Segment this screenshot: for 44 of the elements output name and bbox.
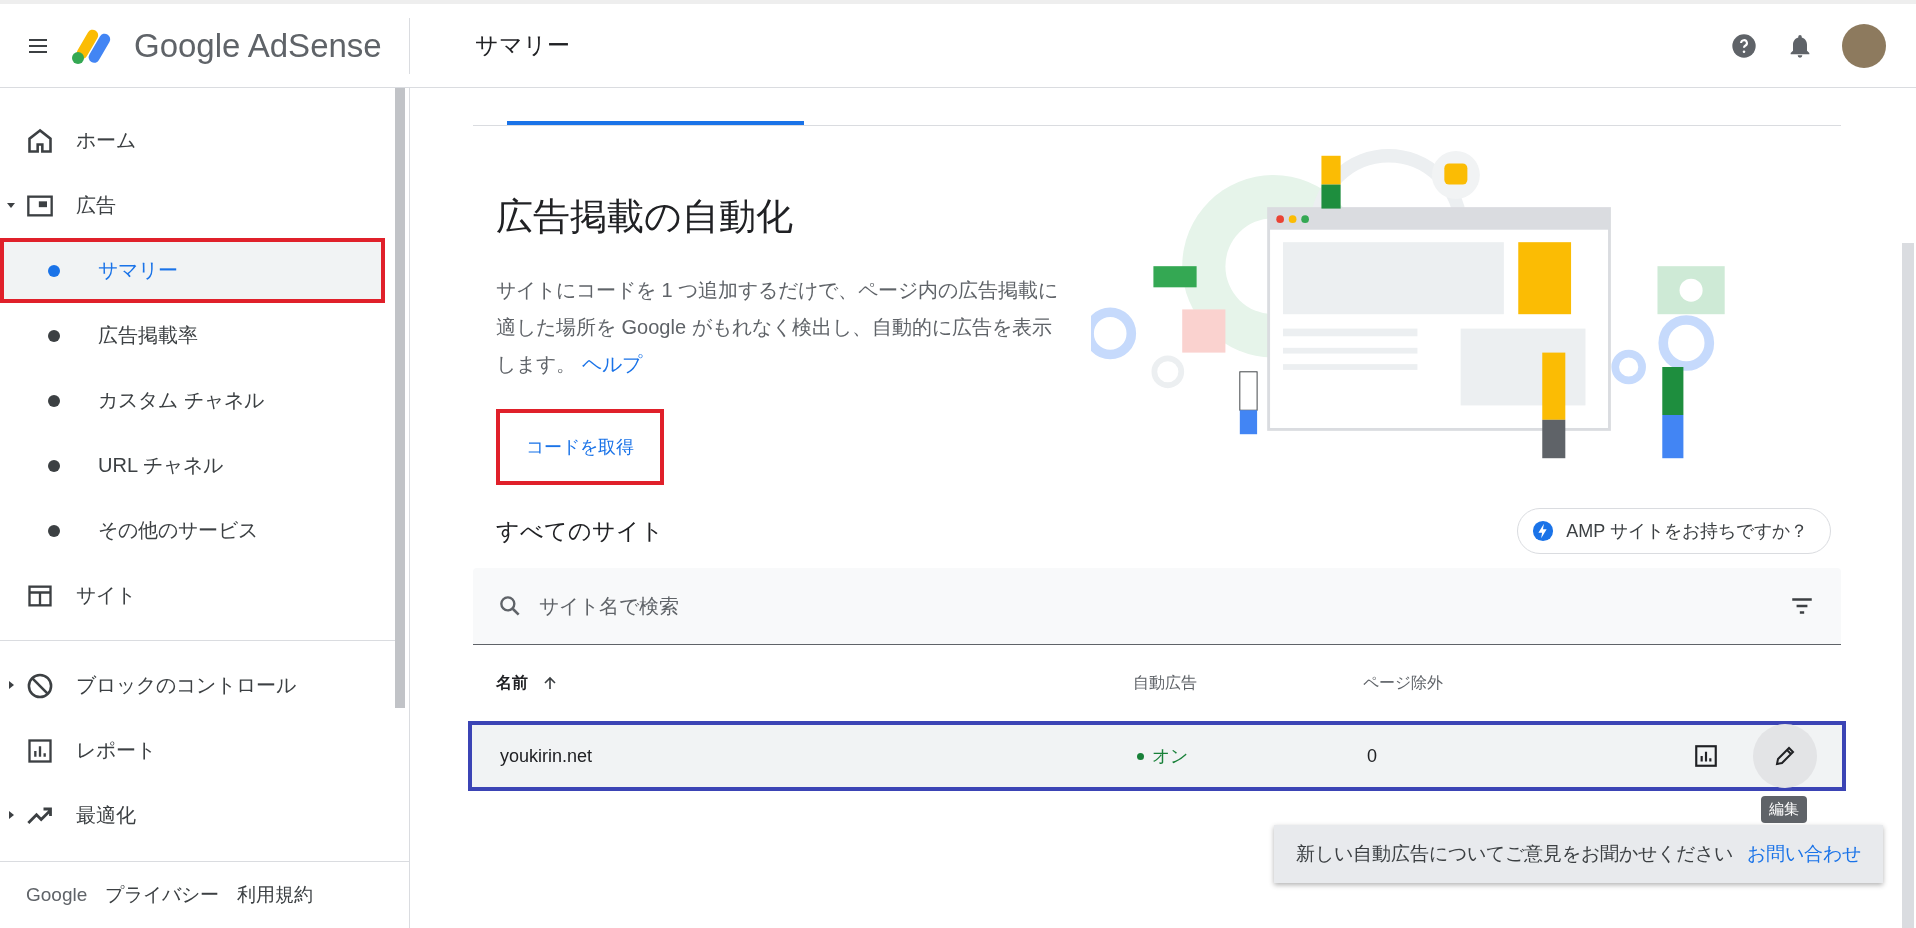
toast-message: 新しい自動広告についてご意見をお聞かせください	[1296, 842, 1733, 866]
hero-description: サイトにコードを 1 つ追加するだけで、ページ内の広告掲載に適した場所を Google がもれなく検出し、自動的に広告を表示します。 ヘルプ	[496, 278, 1060, 377]
block-icon	[26, 671, 54, 700]
nav-item[interactable]: ブロックのコントロール	[0, 653, 395, 718]
column-header[interactable]: ページ除外	[1363, 672, 1443, 694]
bolt-icon	[1532, 520, 1555, 542]
hero-title: 広告掲載の自動化	[496, 195, 794, 239]
avatar[interactable]	[1842, 23, 1886, 68]
scrollbar[interactable]	[395, 88, 405, 708]
footer-link[interactable]: プライバシー	[105, 882, 220, 908]
help-icon[interactable]	[1730, 31, 1758, 60]
footer-brand: Google	[26, 884, 88, 906]
page-title: サマリー	[475, 31, 571, 60]
nav-item[interactable]: レポート	[0, 718, 395, 783]
column-header[interactable]: 名前	[496, 672, 528, 694]
site-name: youkirin.net	[499, 745, 594, 767]
nav-subitem[interactable]: サマリー	[0, 238, 385, 303]
nav-subitem[interactable]: URL チャネル	[0, 433, 385, 498]
nav-item[interactable]: 広告	[0, 173, 395, 238]
footer-link[interactable]: 利用規約	[237, 882, 314, 908]
auto-ads-status: オン	[1152, 745, 1188, 768]
sort-arrow-icon[interactable]	[542, 675, 558, 691]
report-icon[interactable]	[1693, 743, 1719, 769]
home-icon	[26, 126, 54, 155]
report-icon	[26, 736, 54, 765]
search-field[interactable]: サイト名で検索	[473, 568, 1841, 645]
section-title: すべてのサイト	[496, 516, 664, 546]
nav-item[interactable]: ホーム	[0, 108, 395, 173]
nav-subitem[interactable]: その他のサービス	[0, 498, 385, 563]
amp-chip[interactable]: AMP サイトをお持ちですか？	[1517, 508, 1831, 554]
scrollbar[interactable]	[1902, 243, 1914, 928]
tooltip: 編集	[1761, 796, 1807, 823]
get-code-button[interactable]: コードを取得	[496, 409, 664, 485]
search-input[interactable]: サイト名で検索	[537, 593, 1775, 619]
nav-item[interactable]: サイト	[0, 563, 395, 628]
column-header[interactable]: 自動広告	[1133, 672, 1197, 694]
pencil-icon	[1773, 744, 1797, 768]
nav-item[interactable]: 最適化	[0, 783, 395, 848]
help-link[interactable]: ヘルプ	[581, 353, 642, 375]
product-name: Google AdSense	[134, 26, 382, 65]
contact-link[interactable]: お問い合わせ	[1747, 841, 1861, 867]
excluded-count: 0	[1367, 745, 1378, 767]
nav-subitem[interactable]: カスタム チャネル	[0, 368, 385, 433]
nav-subitem[interactable]: 広告掲載率	[0, 303, 385, 368]
